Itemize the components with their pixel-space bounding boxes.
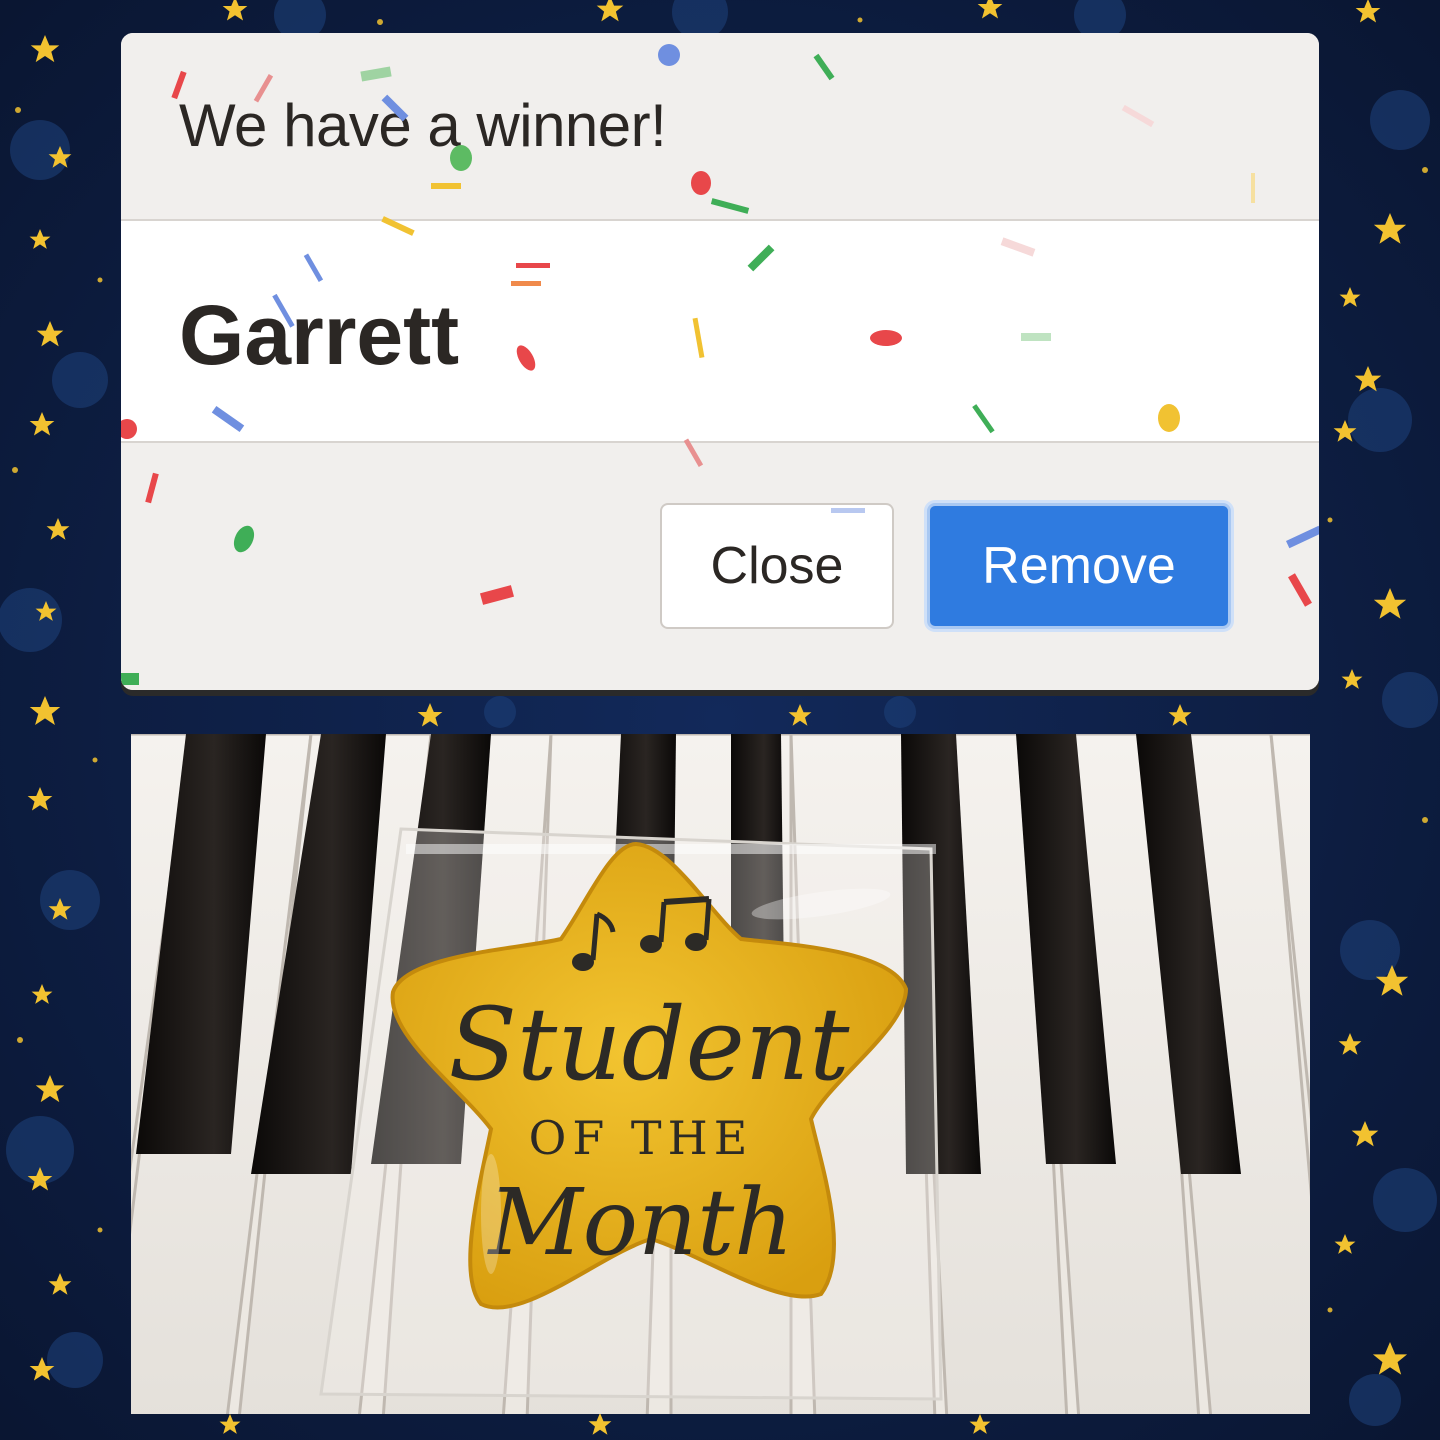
cookie-text-of-the: OF THE: [529, 1111, 754, 1165]
dialog-body: Garrett: [121, 221, 1319, 443]
winner-name: Garrett: [179, 288, 460, 382]
dialog-title: We have a winner!: [179, 92, 667, 159]
cookie-text-month: Month: [486, 1169, 793, 1276]
close-button[interactable]: Close: [660, 503, 894, 629]
dialog-footer: Close Remove: [121, 443, 1319, 690]
dialog-header: We have a winner!: [121, 33, 1319, 221]
cookie-photo: Student OF THE Month: [131, 734, 1310, 1414]
cookie-text-student: Student: [449, 986, 851, 1103]
remove-button[interactable]: Remove: [927, 503, 1231, 629]
winner-dialog: We have a winner! Garrett Close Remove: [121, 33, 1319, 690]
